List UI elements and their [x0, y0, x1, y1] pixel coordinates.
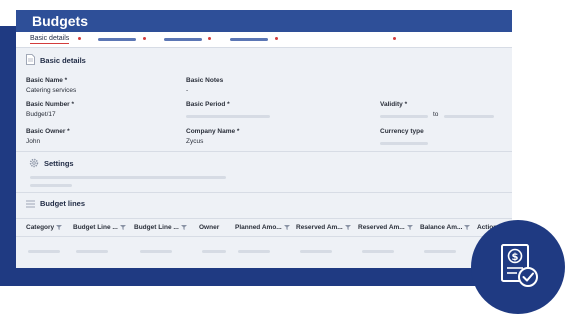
basic-number-label: Basic Number * — [26, 101, 75, 108]
basic-name-label: Basic Name * — [26, 77, 68, 84]
tab-required-dot — [208, 37, 211, 40]
filter-icon[interactable] — [344, 224, 351, 230]
section-title-settings[interactable]: Settings — [44, 159, 74, 168]
basic-owner-value[interactable]: John — [26, 138, 40, 145]
table-cell-placeholder — [238, 250, 270, 253]
tab-required-dot — [143, 37, 146, 40]
filter-icon[interactable] — [180, 224, 187, 230]
tab-bar: Basic details — [16, 32, 512, 48]
section-title-budget-lines[interactable]: Budget lines — [40, 199, 85, 208]
currency-type-field[interactable] — [380, 142, 428, 145]
document-icon — [26, 54, 35, 65]
table-cell-placeholder — [424, 250, 456, 253]
table-header-divider — [16, 236, 512, 237]
tab-required-dot — [393, 37, 396, 40]
budget-approved-badge: $ — [471, 220, 565, 314]
validity-label: Validity * — [380, 101, 408, 108]
page-title: Budgets — [16, 10, 512, 32]
tab-placeholder[interactable] — [98, 38, 136, 41]
filter-icon[interactable] — [283, 224, 290, 230]
basic-period-field[interactable] — [186, 115, 270, 118]
table-cell-placeholder — [300, 250, 332, 253]
basic-notes-value[interactable]: - — [186, 87, 188, 94]
tab-placeholder[interactable] — [230, 38, 268, 41]
filter-icon[interactable] — [119, 224, 126, 230]
validity-from-field[interactable] — [380, 115, 428, 118]
validity-to-label: to — [433, 111, 439, 118]
column-header-reserved-amount-2[interactable]: Reserved Am... — [358, 224, 413, 231]
list-icon — [26, 200, 35, 208]
table-cell-placeholder — [76, 250, 108, 253]
section-divider — [16, 151, 512, 152]
tab-required-dot — [275, 37, 278, 40]
basic-notes-label: Basic Notes — [186, 77, 224, 84]
filter-icon[interactable] — [406, 224, 413, 230]
basic-owner-label: Basic Owner * — [26, 128, 70, 135]
gear-icon — [29, 158, 39, 168]
column-header-balance-amount[interactable]: Balance Am... — [420, 224, 471, 231]
tab-basic-details[interactable]: Basic details — [30, 35, 70, 44]
table-top-divider — [16, 218, 512, 219]
basic-period-label: Basic Period * — [186, 101, 230, 108]
basic-number-value[interactable]: Budget/17 — [26, 111, 56, 118]
column-header-budget-line-2[interactable]: Budget Line ... — [134, 224, 187, 231]
company-name-label: Company Name * — [186, 128, 240, 135]
section-title-basic-details: Basic details — [40, 56, 86, 65]
company-name-value[interactable]: Zycus — [186, 138, 203, 145]
invoice-dollar-check-icon: $ — [501, 244, 538, 287]
section-divider — [16, 192, 512, 193]
validity-to-field[interactable] — [444, 115, 494, 118]
table-cell-placeholder — [28, 250, 60, 253]
settings-placeholder-line — [30, 176, 226, 179]
basic-name-value[interactable]: Catering services — [26, 87, 76, 94]
svg-text:$: $ — [512, 252, 519, 263]
column-header-owner[interactable]: Owner — [199, 224, 219, 231]
table-cell-placeholder — [202, 250, 226, 253]
currency-type-label: Currency type — [380, 128, 424, 135]
filter-icon[interactable] — [464, 224, 471, 230]
filter-icon[interactable] — [56, 224, 63, 230]
tab-required-dot — [78, 37, 81, 40]
column-header-budget-line-1[interactable]: Budget Line ... — [73, 224, 126, 231]
budgets-window: Budgets Basic details Basic details Basi… — [16, 10, 512, 268]
column-header-planned-amount[interactable]: Planned Amo... — [235, 224, 290, 231]
table-cell-placeholder — [140, 250, 172, 253]
tab-placeholder[interactable] — [164, 38, 202, 41]
table-cell-placeholder — [362, 250, 394, 253]
settings-placeholder-line — [30, 184, 72, 187]
column-header-reserved-amount-1[interactable]: Reserved Am... — [296, 224, 351, 231]
column-header-category[interactable]: Category — [26, 224, 63, 231]
